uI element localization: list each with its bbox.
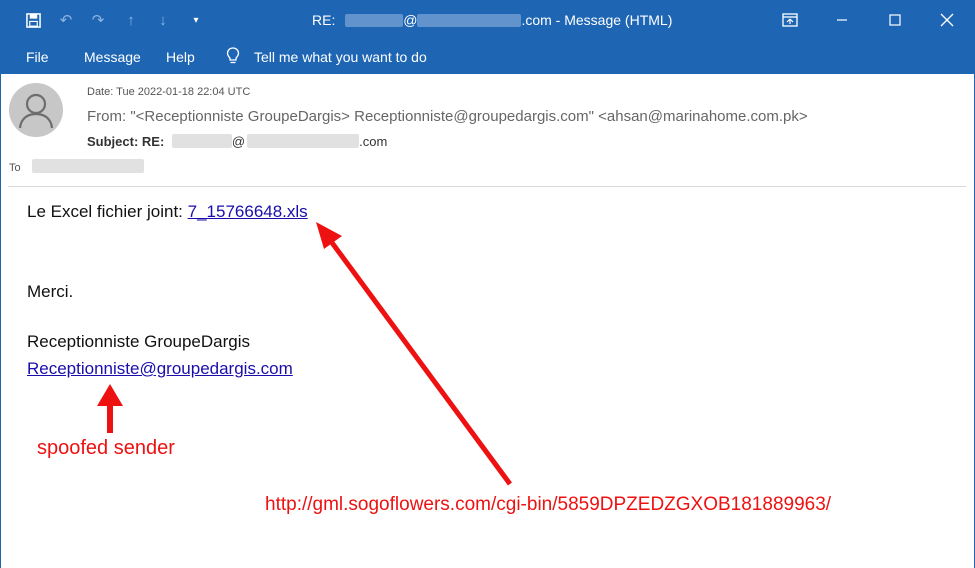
- signature-email-link[interactable]: Receptionniste@groupedargis.com: [27, 359, 293, 378]
- thanks-text: Merci.: [27, 282, 74, 301]
- subject-suffix: .com: [359, 134, 388, 149]
- attachment-link[interactable]: 7_15766648.xls: [188, 202, 308, 221]
- attachment-prefix: Le Excel fichier joint:: [27, 202, 188, 221]
- window-frame-left: [0, 74, 1, 568]
- customize-toolbar-icon[interactable]: ▾: [186, 10, 206, 30]
- redacted-title-part: [417, 14, 522, 27]
- message-date: Date: Tue 2022-01-18 22:04 UTC: [87, 86, 251, 98]
- menu-help[interactable]: Help: [166, 49, 195, 65]
- up-arrow-icon[interactable]: ↑: [121, 10, 141, 30]
- title-prefix: RE:: [312, 12, 336, 28]
- redacted-title-part: [345, 14, 404, 27]
- signature-email-line: Receptionniste@groupedargis.com: [27, 359, 293, 379]
- title-suffix: .com - Message (HTML): [521, 12, 673, 28]
- save-icon[interactable]: [23, 10, 43, 30]
- minimize-icon[interactable]: [816, 0, 868, 40]
- subject-at: @: [231, 134, 246, 149]
- redo-icon[interactable]: ↷: [88, 10, 108, 30]
- message-subject: Subject: RE: @ .com: [87, 134, 387, 149]
- undo-icon[interactable]: ↶: [56, 10, 76, 30]
- sender-avatar: [9, 83, 63, 137]
- message-from: From: "<Receptionniste GroupeDargis> Rec…: [87, 108, 808, 125]
- person-icon: [18, 93, 54, 129]
- menu-bar: File Message Help Tell me what you want …: [0, 40, 975, 74]
- spoofed-sender-arrow: [97, 384, 123, 433]
- down-arrow-icon[interactable]: ↓: [153, 10, 173, 30]
- subject-label: Subject: RE:: [87, 134, 165, 149]
- redacted-subject-part: [171, 134, 232, 148]
- title-at: @: [403, 12, 418, 28]
- tell-me-search[interactable]: Tell me what you want to do: [254, 49, 427, 65]
- window-title: RE: @ .com - Message (HTML): [312, 12, 672, 28]
- close-icon[interactable]: [921, 0, 973, 40]
- lightbulb-icon[interactable]: [226, 47, 240, 68]
- malicious-url-annotation: http://gml.sogoflowers.com/cgi-bin/5859D…: [265, 494, 832, 515]
- signature-name: Receptionniste GroupeDargis: [27, 332, 251, 351]
- spoofed-sender-annotation: spoofed sender: [37, 437, 175, 459]
- title-bar: ↶ ↷ ↑ ↓ ▾ RE: @ .com - Message (HTML): [0, 0, 975, 40]
- redacted-recipient: [31, 159, 144, 173]
- message-to: To: [9, 159, 144, 174]
- redacted-subject-part: [247, 134, 360, 148]
- ribbon-display-options-icon[interactable]: [764, 0, 816, 40]
- to-label: To: [9, 162, 21, 174]
- menu-message[interactable]: Message: [84, 49, 141, 65]
- maximize-icon[interactable]: [869, 0, 921, 40]
- malicious-link-arrow: [316, 222, 513, 486]
- menu-file[interactable]: File: [26, 49, 49, 65]
- attachment-line: Le Excel fichier joint: 7_15766648.xls: [27, 202, 308, 222]
- header-divider: [8, 186, 966, 187]
